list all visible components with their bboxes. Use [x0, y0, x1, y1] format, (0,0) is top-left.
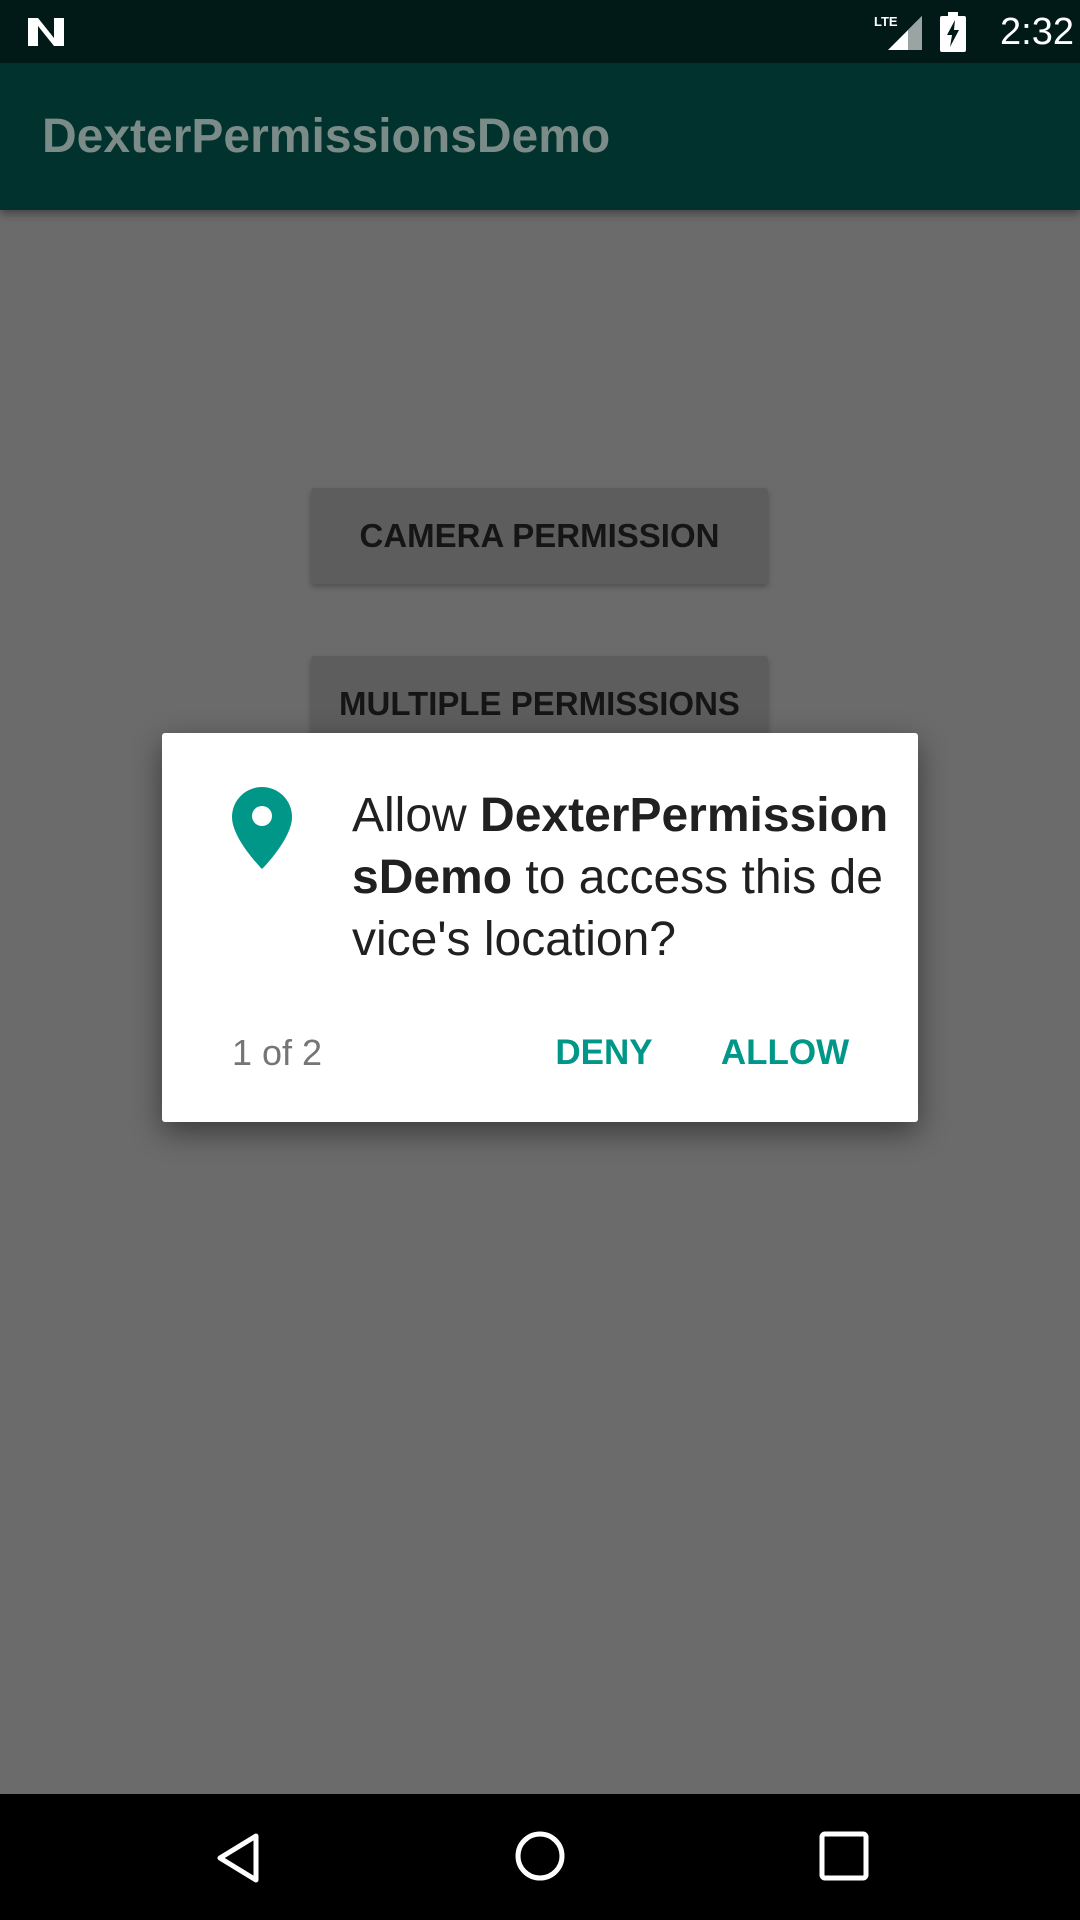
- app-title: DexterPermissionsDemo: [42, 110, 611, 163]
- home-icon[interactable]: [512, 1828, 568, 1884]
- status-clock: 2:32: [1000, 11, 1074, 53]
- navigation-bar: [0, 1794, 1080, 1920]
- permission-dialog: Allow DexterPermissionsDemo to access th…: [162, 733, 918, 1122]
- deny-button[interactable]: DENY: [544, 1021, 664, 1085]
- page-counter: 1 of 2: [232, 1032, 323, 1073]
- allow-button[interactable]: ALLOW: [710, 1021, 860, 1085]
- message-prefix: Allow: [352, 789, 481, 842]
- svg-text:LTE: LTE: [874, 14, 898, 29]
- dialog-message: Allow DexterPermissionsDemo to access th…: [352, 785, 892, 971]
- battery-charging-icon: [940, 12, 966, 52]
- camera-permission-button[interactable]: CAMERA PERMISSION: [311, 488, 768, 584]
- back-icon[interactable]: [212, 1830, 268, 1886]
- n-logo-icon: [28, 18, 64, 46]
- status-bar: LTE 2:32: [0, 0, 1080, 63]
- recents-icon[interactable]: [818, 1830, 870, 1882]
- location-pin-icon: [232, 787, 292, 869]
- lte-signal-icon: LTE: [874, 12, 922, 52]
- app-bar: DexterPermissionsDemo: [0, 63, 1080, 210]
